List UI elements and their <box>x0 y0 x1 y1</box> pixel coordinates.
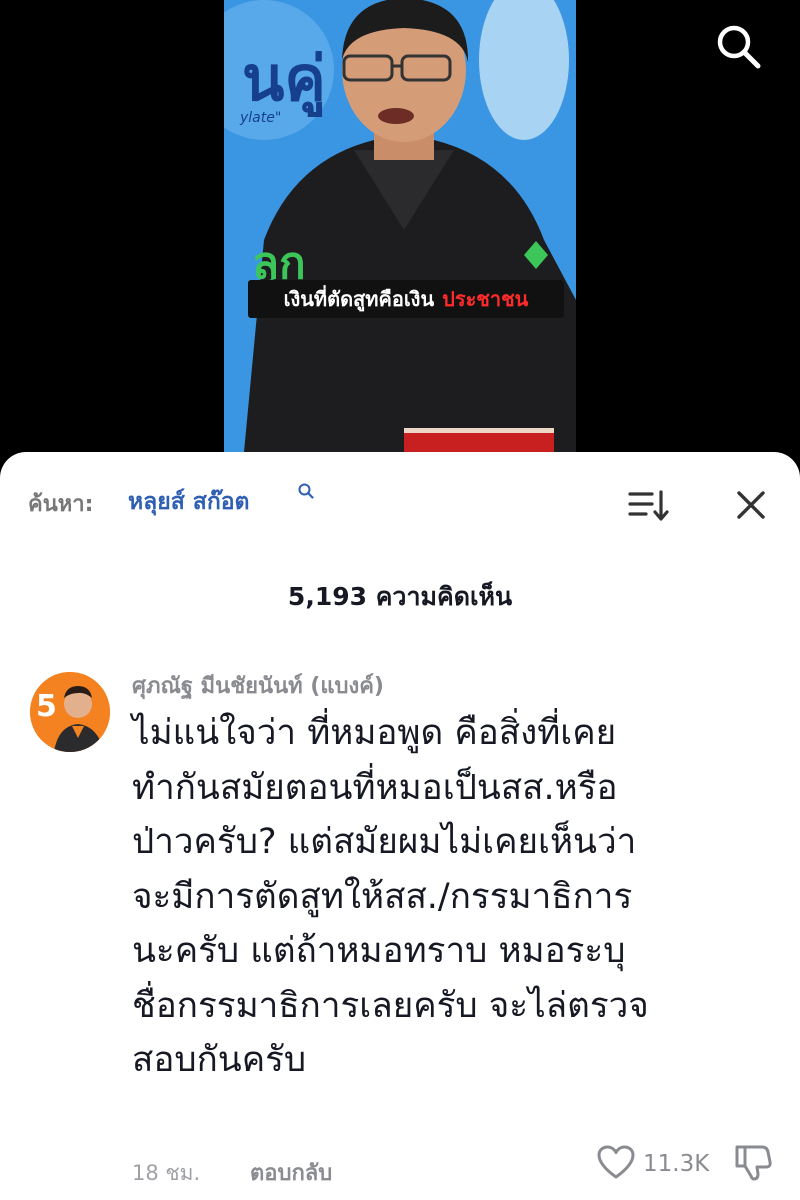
close-icon[interactable] <box>734 488 768 522</box>
search-icon[interactable] <box>712 20 766 74</box>
comment-line: ทำกันสมัยตอนที่หมอเป็นสส.หรือ <box>132 767 618 808</box>
video-frame[interactable]: นคู่ ylate" ลุก <box>224 0 576 452</box>
like-count: 11.3K <box>643 1151 710 1177</box>
search-term-link[interactable]: หลุยส์ สก๊อต <box>128 484 250 520</box>
comment-count: 5,193 ความคิดเห็น <box>287 582 513 611</box>
comment-line: ชื่อกรรมาธิการเลยครับ จะไล่ตรวจ <box>132 985 649 1026</box>
comment-line: สอบกันครับ <box>132 1040 307 1080</box>
video-player[interactable]: นคู่ ylate" ลุก เงินที่ตัดสูทคือเงิน ประ… <box>0 0 800 470</box>
comment-time: 18 ชม. <box>132 1161 201 1185</box>
thumbs-down-icon[interactable] <box>731 1142 773 1182</box>
backdrop-text: นคู่ <box>242 42 326 117</box>
comments-sheet: ค้นหา: หลุยส์ สก๊อต 5,193 ความคิดเห็น 5 … <box>0 452 800 1200</box>
backdrop-sub: ylate" <box>239 110 281 126</box>
comment-line: นะครับ แต่ถ้าหมอทราบ หมอระบุ <box>132 931 626 971</box>
video-caption: เงินที่ตัดสูทคือเงิน ประชาชน <box>248 280 564 318</box>
search-small-icon[interactable] <box>297 482 315 504</box>
comment-text: ไม่แน่ใจว่า ที่หมอพูด คือสิ่งที่เคย ทำกั… <box>132 706 772 1088</box>
comment-line: ป่าวครับ? แต่สมัยผมไม่เคยเห็นว่า <box>132 822 637 862</box>
reply-button[interactable]: ตอบกลับ <box>250 1155 332 1190</box>
comment-author[interactable]: ศุภณัฐ มีนชัยนันท์ (แบงค์) <box>132 668 384 703</box>
comment-line: ไม่แน่ใจว่า ที่หมอพูด คือสิ่งที่เคย <box>132 713 617 753</box>
sort-icon[interactable] <box>624 488 672 524</box>
heart-icon[interactable] <box>596 1144 636 1180</box>
caption-highlight: ประชาชน <box>442 287 529 311</box>
avatar-badge: 5 <box>36 689 57 724</box>
comment-line: จะมีการตัดสูทให้สส./กรรมาธิการ <box>132 876 633 917</box>
caption-text: เงินที่ตัดสูทคือเงิน <box>283 287 435 311</box>
avatar[interactable]: 5 <box>30 672 110 752</box>
comments-header: ค้นหา: หลุยส์ สก๊อต <box>0 452 800 552</box>
video-scene: นคู่ ylate" ลุก <box>224 0 576 452</box>
search-label: ค้นหา: <box>28 492 94 517</box>
